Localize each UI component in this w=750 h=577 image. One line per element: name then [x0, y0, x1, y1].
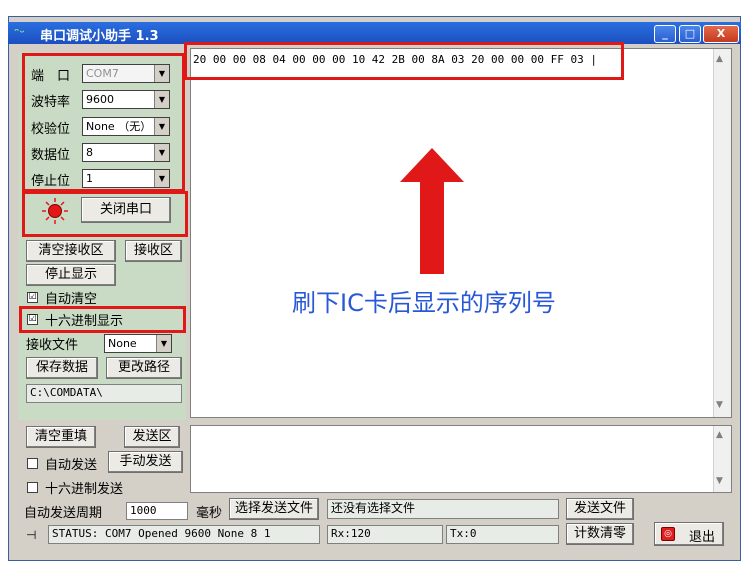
- status-text: STATUS: COM7 Opened 9600 None 8 1: [48, 525, 320, 544]
- receive-area-button[interactable]: 接收区: [125, 240, 182, 262]
- reset-count-button[interactable]: 计数清零: [566, 523, 634, 545]
- hex-send-checkbox[interactable]: [27, 482, 38, 493]
- selected-file-field: 还没有选择文件: [327, 499, 559, 519]
- auto-send-label: 自动发送: [45, 458, 98, 473]
- close-button[interactable]: X: [703, 25, 739, 43]
- auto-send-checkbox[interactable]: [27, 458, 38, 469]
- clear-receive-button[interactable]: 清空接收区: [26, 240, 116, 262]
- scroll-up-icon[interactable]: ▲: [716, 430, 723, 440]
- receive-file-value: None: [108, 337, 137, 350]
- send-textarea[interactable]: [190, 425, 732, 493]
- serial-number-highlight-box: [184, 42, 624, 80]
- annotation-text: 刷下IC卡后显示的序列号: [292, 289, 556, 317]
- up-arrow-icon: [400, 148, 464, 274]
- stop-display-button[interactable]: 停止显示: [26, 264, 116, 286]
- minimize-button[interactable]: _: [654, 25, 676, 43]
- maximize-button[interactable]: □: [679, 25, 701, 43]
- send-file-button[interactable]: 发送文件: [566, 498, 634, 520]
- port-toggle-highlight-box: [22, 191, 188, 237]
- auto-clear-checkbox[interactable]: ☑: [27, 292, 38, 303]
- rx-counter: Rx:120: [327, 525, 443, 544]
- send-area-button[interactable]: 发送区: [124, 426, 180, 448]
- select-file-button[interactable]: 选择发送文件: [229, 498, 319, 520]
- scroll-up-icon[interactable]: ▲: [716, 54, 723, 64]
- hex-send-label: 十六进制发送: [45, 482, 124, 497]
- auto-clear-label: 自动清空: [45, 292, 98, 307]
- receive-file-select[interactable]: None ▼: [104, 334, 172, 353]
- pin-icon[interactable]: ⊣: [26, 528, 36, 542]
- ms-label: 毫秒: [196, 506, 223, 521]
- scroll-down-icon[interactable]: ▼: [716, 400, 723, 410]
- clear-refill-button[interactable]: 清空重填: [26, 426, 96, 448]
- receive-scrollbar[interactable]: [713, 49, 731, 417]
- tx-counter: Tx:0: [446, 525, 559, 544]
- period-label: 自动发送周期: [24, 506, 103, 521]
- period-input[interactable]: 1000: [126, 502, 188, 520]
- scroll-down-icon[interactable]: ▼: [716, 476, 723, 486]
- serial-app-icon: ᵔᵕ: [14, 26, 25, 39]
- receive-file-label: 接收文件: [26, 338, 79, 353]
- chevron-down-icon: ▼: [156, 335, 171, 352]
- exit-button[interactable]: ◎ 退出: [654, 522, 724, 546]
- window-title: 串口调试小助手 1.3: [40, 29, 159, 44]
- exit-label: 退出: [689, 530, 716, 545]
- manual-send-button[interactable]: 手动发送: [108, 451, 183, 473]
- save-path-field[interactable]: C:\COMDATA\: [26, 384, 182, 403]
- save-data-button[interactable]: 保存数据: [26, 357, 98, 379]
- hex-display-highlight-box: [19, 306, 186, 333]
- settings-highlight-box: [22, 53, 185, 192]
- change-path-button[interactable]: 更改路径: [106, 357, 182, 379]
- exit-icon: ◎: [661, 527, 675, 541]
